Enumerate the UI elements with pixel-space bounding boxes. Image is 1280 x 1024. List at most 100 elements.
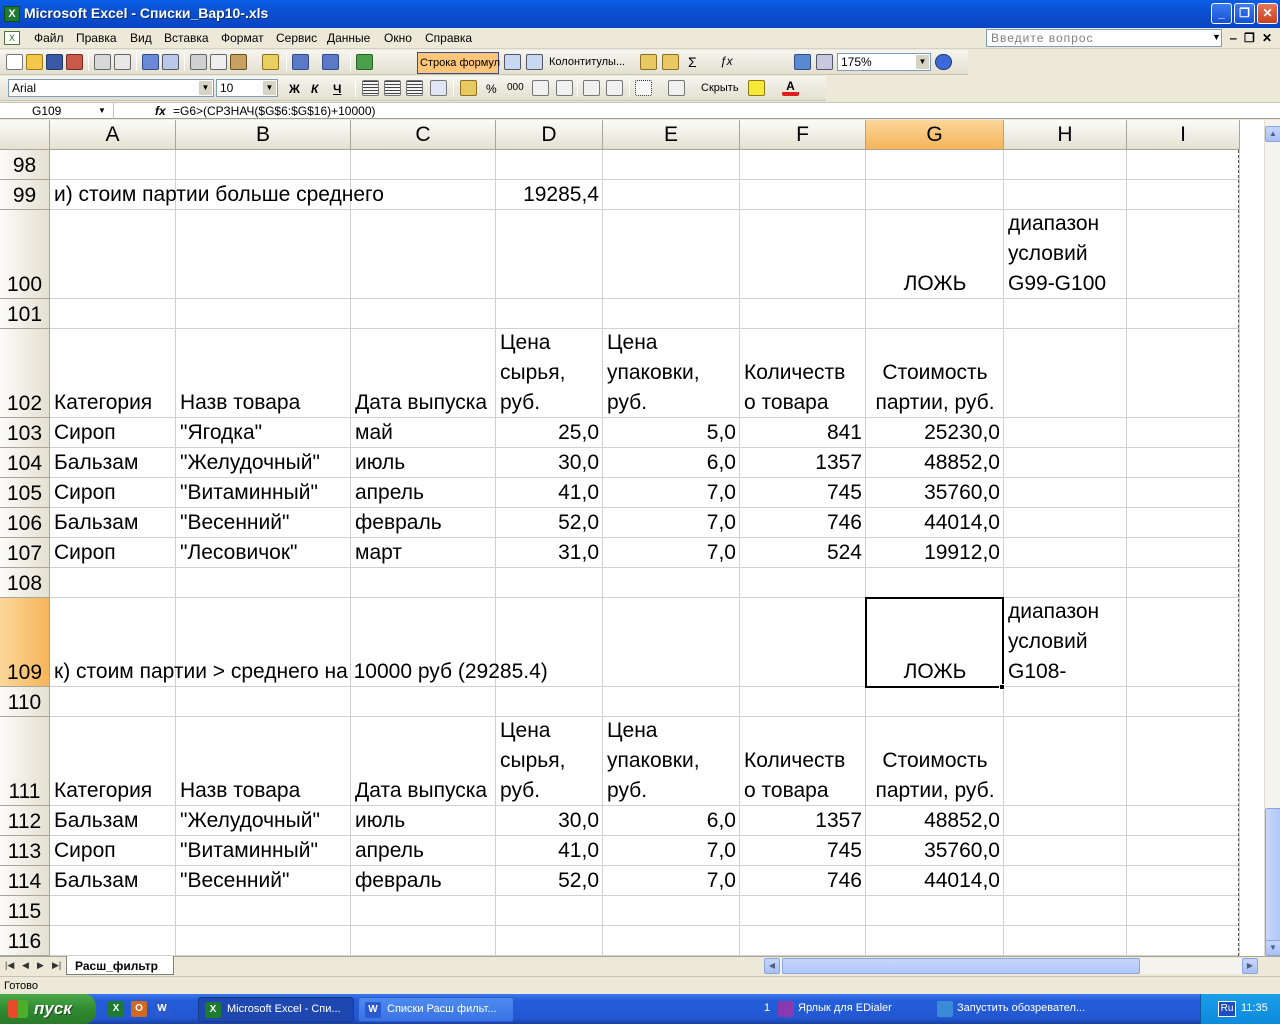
menu-tools[interactable]: Сервис	[276, 31, 317, 45]
start-button[interactable]: пуск	[0, 994, 96, 1024]
print-icon[interactable]	[94, 54, 111, 70]
table2-cell[interactable]: 7,0	[607, 836, 736, 866]
row-header-113[interactable]: 113	[0, 836, 50, 866]
criteria-range-note-2[interactable]: диапазон условий G108-	[1008, 598, 1123, 687]
table1-cell[interactable]: 524	[744, 538, 862, 568]
table1-cell[interactable]: 41,0	[500, 478, 599, 508]
thousands-button[interactable]: 000	[507, 82, 524, 93]
format-painter-icon[interactable]	[262, 54, 279, 70]
table2-cell[interactable]: 41,0	[500, 836, 599, 866]
undo-icon[interactable]	[292, 54, 309, 70]
folder-icon[interactable]	[640, 54, 657, 70]
font-size-select[interactable]: 10 ▼	[216, 79, 278, 97]
table2-cell[interactable]: июль	[355, 806, 492, 836]
table2-cell[interactable]: 7,0	[607, 866, 736, 896]
column-header-i[interactable]: I	[1127, 120, 1240, 150]
criteria-range-note-1[interactable]: диапазон условий G99-G100	[1008, 210, 1123, 299]
row-header-108[interactable]: 108	[0, 568, 50, 598]
select-all-button[interactable]	[0, 120, 50, 150]
table1-cell[interactable]: 746	[744, 508, 862, 538]
spelling-icon[interactable]	[142, 54, 159, 70]
formula-bar-toggle-button[interactable]: Строка формул	[417, 52, 500, 74]
row-header-110[interactable]: 110	[0, 687, 50, 717]
row-header-104[interactable]: 104	[0, 448, 50, 478]
column-header-h[interactable]: H	[1004, 120, 1127, 150]
table1-cell[interactable]: 1357	[744, 448, 862, 478]
menu-format[interactable]: Формат	[221, 31, 264, 45]
task-excel[interactable]: X Microsoft Excel - Спи...	[198, 997, 354, 1022]
table1-cell[interactable]: 30,0	[500, 448, 599, 478]
currency-icon[interactable]	[460, 80, 477, 96]
close-button[interactable]: ✕	[1257, 3, 1278, 24]
table1-cell[interactable]: Бальзам	[54, 448, 172, 478]
horizontal-scroll-thumb[interactable]	[782, 958, 1140, 974]
vertical-scroll-thumb[interactable]	[1265, 808, 1280, 942]
print-preview-icon[interactable]	[114, 54, 131, 70]
table2-cell[interactable]: 745	[744, 836, 862, 866]
table-header-cell[interactable]: Назв товара	[180, 329, 347, 418]
merge-center-icon[interactable]	[430, 80, 447, 96]
doc-minimize-button[interactable]: ‒	[1230, 31, 1237, 45]
underline-button[interactable]: Ч	[333, 82, 341, 96]
bold-button[interactable]: Ж	[289, 82, 300, 96]
table1-cell[interactable]: 745	[744, 478, 862, 508]
edialer-icon[interactable]	[778, 1001, 794, 1017]
menu-view[interactable]: Вид	[130, 31, 152, 45]
sheet-tab-rash-filtr[interactable]: Расш_фильтр	[66, 956, 174, 975]
table1-cell[interactable]: 841	[744, 418, 862, 448]
excel-app-icon[interactable]: X	[4, 6, 20, 22]
row-header-103[interactable]: 103	[0, 418, 50, 448]
vertical-scrollbar[interactable]: ▲ ▼	[1264, 120, 1280, 956]
table1-cell[interactable]: март	[355, 538, 492, 568]
table1-cell[interactable]: 48852,0	[870, 448, 1000, 478]
row-header-114[interactable]: 114	[0, 866, 50, 896]
table2-cell[interactable]: 35760,0	[870, 836, 1000, 866]
cut-icon[interactable]	[190, 54, 207, 70]
tray-edialer[interactable]: Ярлык для EDialer	[798, 1002, 892, 1014]
borders-icon[interactable]	[635, 80, 652, 96]
table-header-cell[interactable]: Стоимость партии, руб.	[870, 717, 1000, 806]
outlook-quicklaunch-icon[interactable]: O	[131, 1001, 147, 1017]
scroll-up-icon[interactable]: ▲	[1265, 126, 1280, 142]
table2-cell[interactable]: 52,0	[500, 866, 599, 896]
table2-cell[interactable]: Бальзам	[54, 866, 172, 896]
row-header-100[interactable]: 100	[0, 210, 50, 299]
criteria-result-g100[interactable]: ЛОЖЬ	[870, 210, 1000, 299]
row-header-109[interactable]: 109	[0, 598, 50, 687]
row-header-111[interactable]: 111	[0, 717, 50, 806]
increase-indent-icon[interactable]	[606, 80, 623, 96]
table1-cell[interactable]: 6,0	[607, 448, 736, 478]
average-value[interactable]: 19285,4	[500, 180, 599, 210]
hide-button[interactable]: Скрыть	[701, 82, 739, 94]
menu-file[interactable]: Файл	[34, 31, 64, 45]
open-folder-icon[interactable]	[662, 54, 679, 70]
fill-handle[interactable]	[999, 684, 1005, 690]
scroll-left-icon[interactable]: ◀	[764, 958, 780, 974]
row-header-116[interactable]: 116	[0, 926, 50, 956]
table1-cell[interactable]: 7,0	[607, 538, 736, 568]
italic-button[interactable]: К	[311, 82, 318, 96]
table1-cell[interactable]: 31,0	[500, 538, 599, 568]
task-label-i[interactable]: и) стоим партии больше среднего	[54, 180, 492, 210]
word-quicklaunch-icon[interactable]: W	[154, 1001, 170, 1017]
save-icon[interactable]	[46, 54, 63, 70]
drawing-icon[interactable]	[816, 54, 833, 70]
table1-cell[interactable]: 7,0	[607, 478, 736, 508]
menu-data[interactable]: Данные	[327, 31, 370, 45]
row-header-98[interactable]: 98	[0, 150, 50, 180]
table2-cell[interactable]: Сироп	[54, 836, 172, 866]
table2-cell[interactable]: февраль	[355, 866, 492, 896]
table1-cell[interactable]: июль	[355, 448, 492, 478]
table1-cell[interactable]: апрель	[355, 478, 492, 508]
table-header-cell[interactable]: Дата выпуска	[355, 329, 492, 418]
row-header-112[interactable]: 112	[0, 806, 50, 836]
menu-insert[interactable]: Вставка	[164, 31, 209, 45]
doc-restore-button[interactable]: ❐	[1244, 31, 1255, 45]
tray-browser[interactable]: Запустить обозревател...	[957, 1002, 1085, 1014]
table-header-cell[interactable]: Цена упаковки, руб.	[607, 329, 736, 418]
task-word[interactable]: W Списки Расш фильт...	[358, 997, 514, 1022]
headers-footers-button[interactable]: Колонтитулы...	[549, 56, 625, 68]
table2-cell[interactable]: 44014,0	[870, 866, 1000, 896]
document-icon[interactable]: X	[4, 31, 20, 45]
task-label-k[interactable]: к) стоим партии > среднего на 10000 руб …	[54, 598, 599, 687]
